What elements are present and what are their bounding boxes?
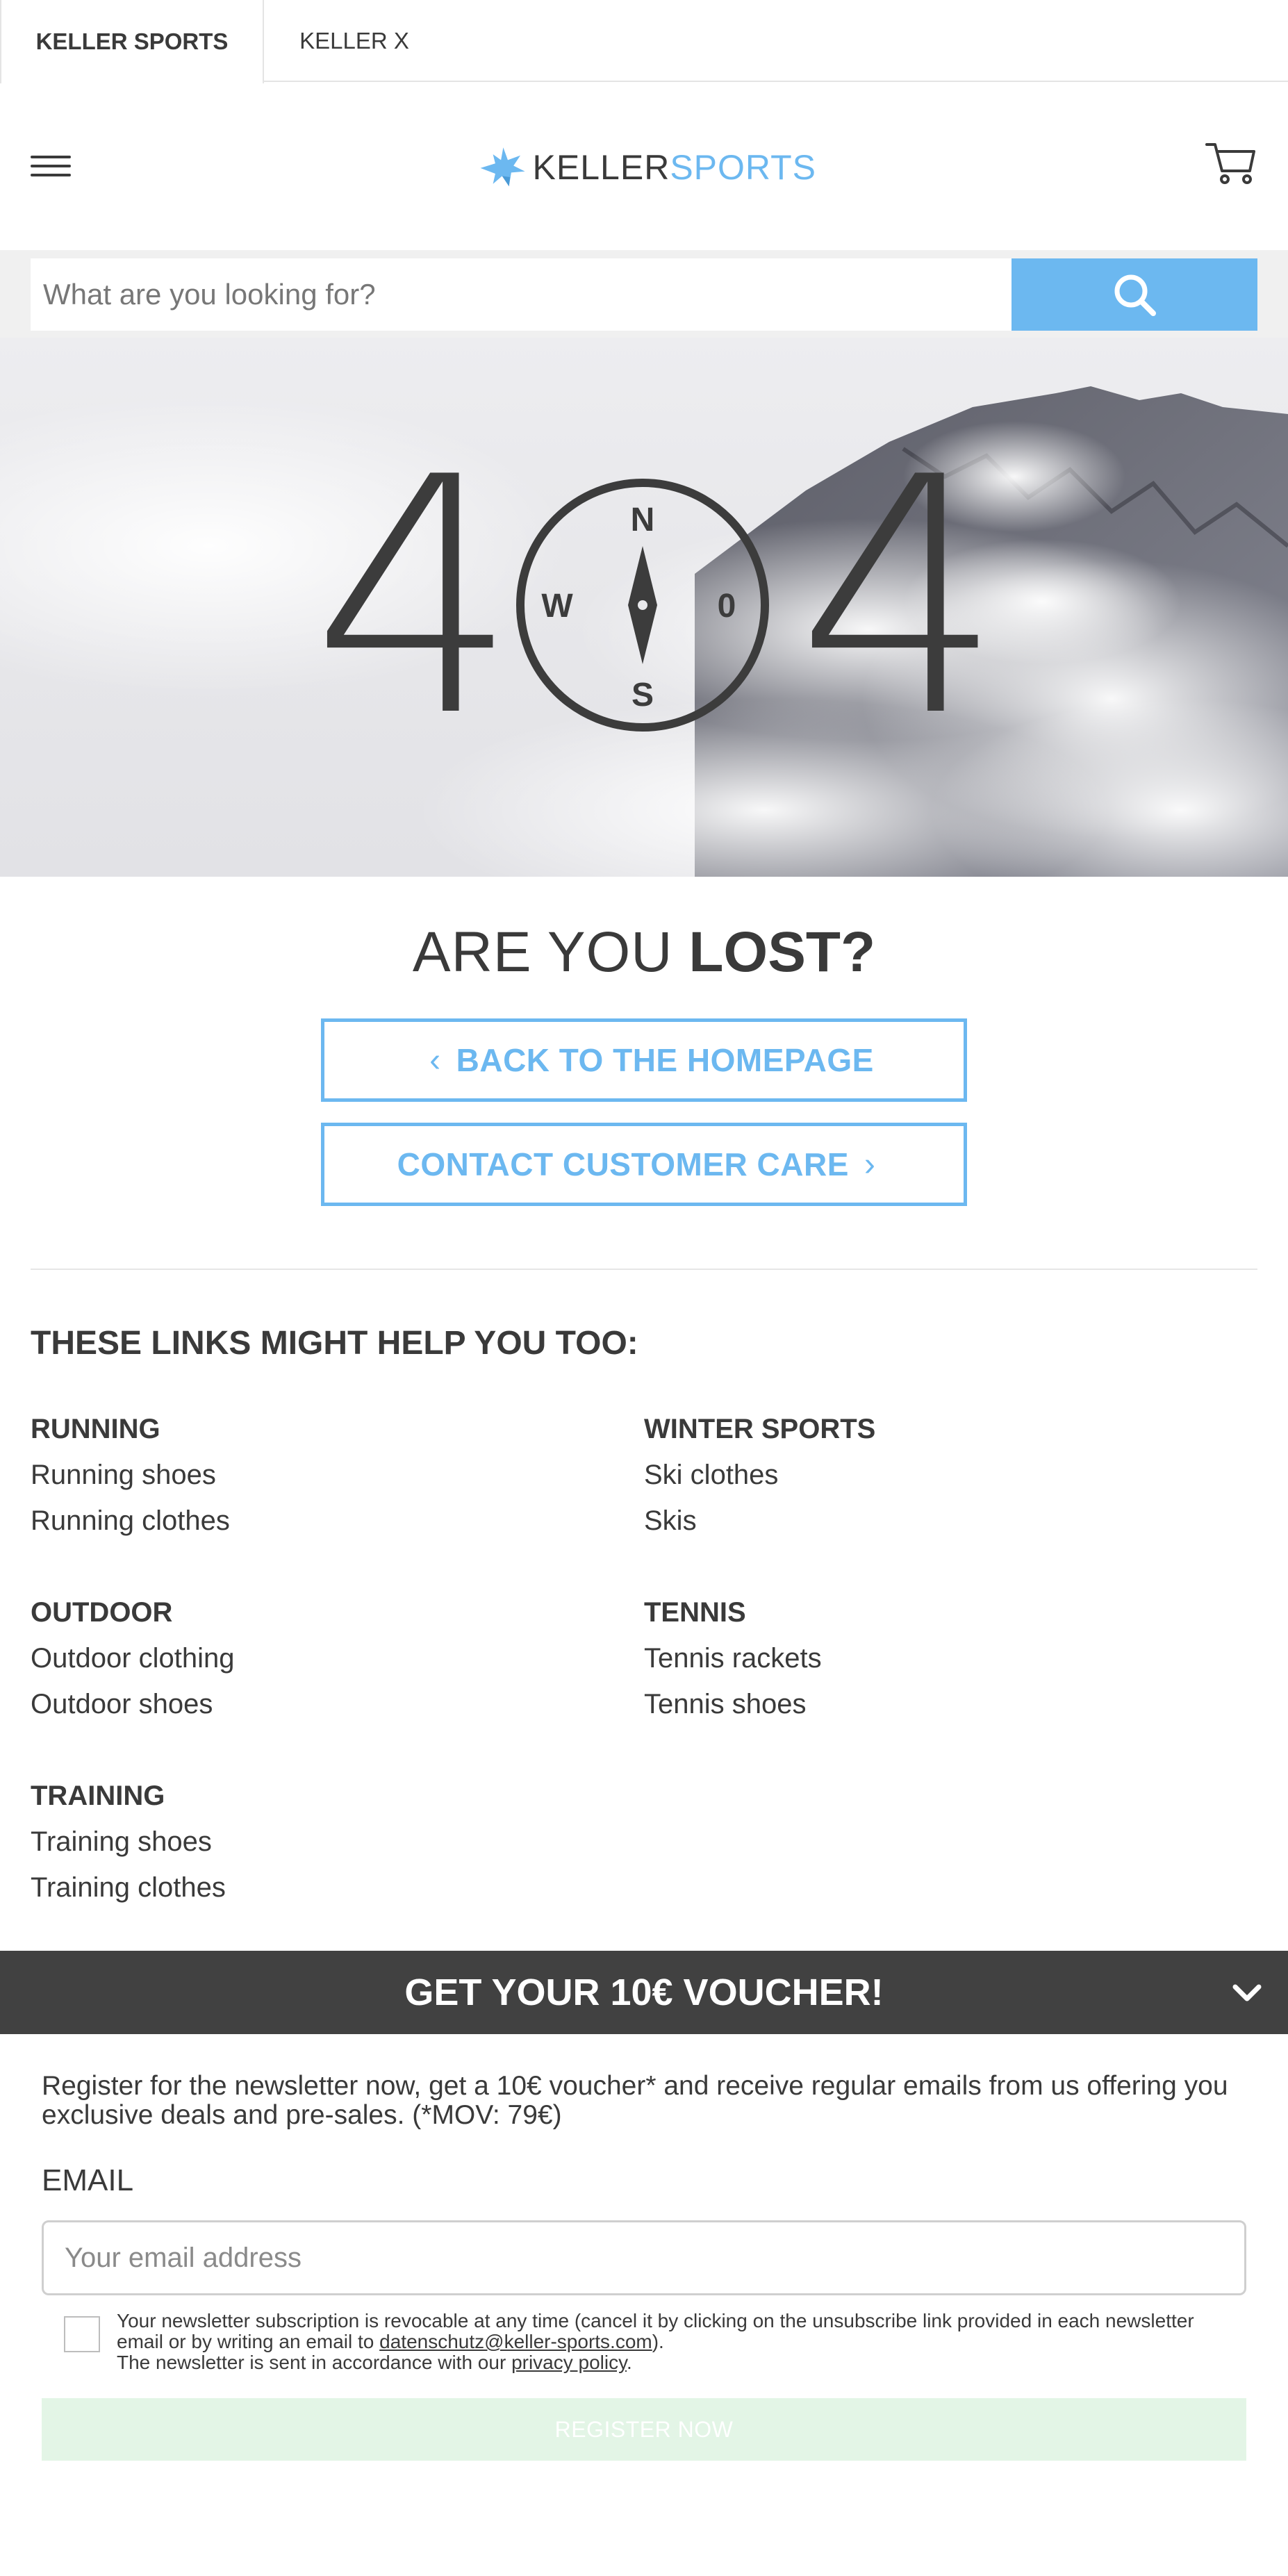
legal-text-part: . <box>627 2352 632 2373</box>
compass-icon: N S W 0 <box>516 479 769 732</box>
compass-north: N <box>631 502 655 538</box>
page-title: ARE YOU LOST? <box>0 920 1288 985</box>
store-tabs: KELLER SPORTS KELLER X <box>0 0 1288 83</box>
logo-text-keller: KELLER <box>532 148 670 187</box>
logo-text-sports: SPORTS <box>670 148 816 187</box>
link-training-shoes[interactable]: Training shoes <box>31 1819 586 1865</box>
legal-text-part: ). <box>652 2331 664 2352</box>
link-tennis-shoes[interactable]: Tennis shoes <box>644 1681 1200 1727</box>
link-group-winter-sports: WINTER SPORTS Ski clothes Skis <box>644 1406 1200 1544</box>
chevron-right-icon: › <box>864 1146 876 1183</box>
link-group-outdoor: OUTDOOR Outdoor clothing Outdoor shoes <box>31 1590 586 1727</box>
email-field[interactable] <box>42 2220 1246 2295</box>
chevron-down-icon[interactable] <box>1230 1976 1264 2011</box>
compass-south: S <box>631 677 654 713</box>
link-skis[interactable]: Skis <box>644 1498 1200 1544</box>
chevron-left-icon: ‹ <box>429 1041 441 1079</box>
logo[interactable]: KELLERSPORTS <box>476 138 816 197</box>
privacy-policy-link[interactable]: privacy policy <box>511 2352 627 2373</box>
link-group-title: TENNIS <box>644 1597 746 1628</box>
contact-customer-care-button[interactable]: CONTACT CUSTOMER CARE › <box>321 1123 967 1206</box>
link-group-running: RUNNING Running shoes Running clothes <box>31 1406 586 1544</box>
helpful-links-heading: THESE LINKS MIGHT HELP YOU TOO: <box>31 1325 638 1362</box>
title-light: ARE YOU <box>412 920 673 984</box>
link-running-shoes[interactable]: Running shoes <box>31 1452 586 1498</box>
divider <box>31 1269 1257 1270</box>
search-input[interactable] <box>31 258 1012 331</box>
email-label: EMAIL <box>42 2163 134 2197</box>
newsletter-description: Register for the newsletter now, get a 1… <box>42 2071 1228 2130</box>
link-tennis-rackets[interactable]: Tennis rackets <box>644 1635 1200 1681</box>
link-running-clothes[interactable]: Running clothes <box>31 1498 586 1544</box>
link-group-title: OUTDOOR <box>31 1597 173 1628</box>
newsletter-form: Register for the newsletter now, get a 1… <box>0 2034 1288 2576</box>
link-group-title: TRAINING <box>31 1781 165 1811</box>
newsletter-banner[interactable]: GET YOUR 10€ VOUCHER! <box>0 1951 1288 2034</box>
newsletter-legal-text: Your newsletter subscription is revocabl… <box>117 2311 1242 2373</box>
hero-404: 4 N S W 0 4 <box>0 338 1288 877</box>
tab-keller-sports[interactable]: KELLER SPORTS <box>0 0 264 83</box>
link-group-title: RUNNING <box>31 1414 160 1444</box>
kangaroo-logo-icon <box>480 147 525 187</box>
link-training-clothes[interactable]: Training clothes <box>31 1865 586 1910</box>
shopping-cart-icon[interactable] <box>1205 140 1257 186</box>
error-digit-left: 4 <box>311 408 520 788</box>
compass-west: W <box>541 588 573 625</box>
newsletter-banner-label: GET YOUR 10€ VOUCHER! <box>404 1972 884 2013</box>
compass-east: 0 <box>718 588 736 625</box>
back-button-label: BACK TO THE HOMEPAGE <box>456 1042 874 1078</box>
link-group-training: TRAINING Training shoes Training clothes <box>31 1773 586 1910</box>
title-bold: LOST? <box>688 920 876 984</box>
legal-text-part: The newsletter is sent in accordance wit… <box>117 2352 512 2373</box>
link-group-title: WINTER SPORTS <box>644 1414 876 1444</box>
search-button[interactable] <box>1012 258 1257 331</box>
tab-keller-x[interactable]: KELLER X <box>264 0 445 82</box>
site-header: KELLERSPORTS <box>0 83 1288 250</box>
link-outdoor-clothing[interactable]: Outdoor clothing <box>31 1635 586 1681</box>
privacy-email-link[interactable]: datenschutz@keller-sports.com <box>379 2331 652 2352</box>
hamburger-menu-icon[interactable] <box>31 156 71 176</box>
care-button-label: CONTACT CUSTOMER CARE <box>397 1146 849 1182</box>
search-bar <box>0 250 1288 338</box>
link-ski-clothes[interactable]: Ski clothes <box>644 1452 1200 1498</box>
register-now-button[interactable]: REGISTER NOW <box>42 2398 1246 2461</box>
back-to-homepage-button[interactable]: ‹ BACK TO THE HOMEPAGE <box>321 1018 967 1102</box>
link-outdoor-shoes[interactable]: Outdoor shoes <box>31 1681 586 1727</box>
error-digit-right: 4 <box>796 408 1005 788</box>
link-group-tennis: TENNIS Tennis rackets Tennis shoes <box>644 1590 1200 1727</box>
search-icon <box>1114 274 1156 316</box>
consent-checkbox[interactable] <box>64 2316 100 2352</box>
logo-text: KELLERSPORTS <box>533 147 816 188</box>
